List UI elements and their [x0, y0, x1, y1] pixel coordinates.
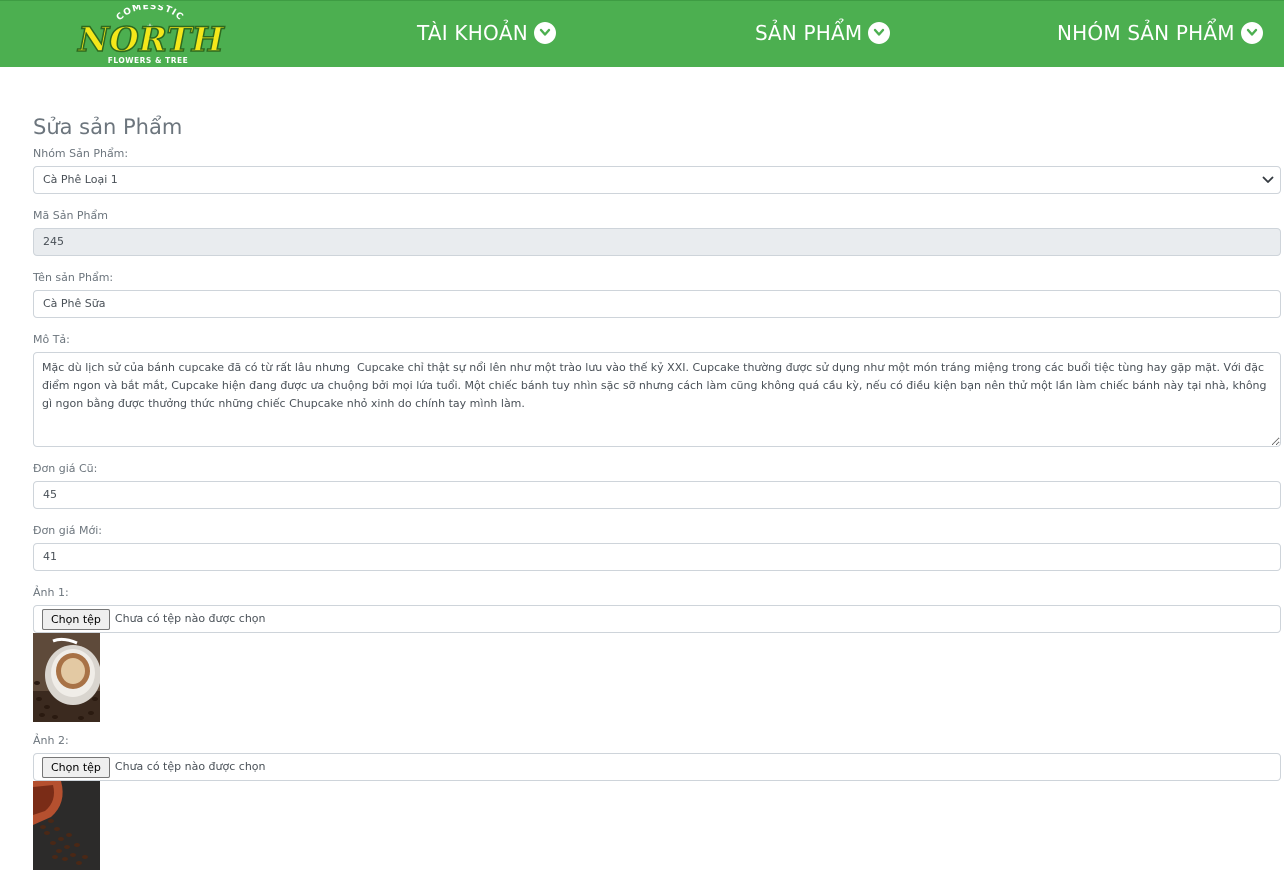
- chevron-down-icon: [1262, 176, 1274, 183]
- nav-product-groups-label: NHÓM SẢN PHẨM: [1057, 21, 1235, 45]
- edit-product-form: Sửa sản Phẩm Nhóm Sản Phẩm: Cà Phê Loại …: [33, 112, 1281, 870]
- coffee-cup-image: [33, 633, 100, 722]
- old-price-input[interactable]: 45: [33, 481, 1281, 509]
- image2-file-input[interactable]: Chọn tệp Chưa có tệp nào được chọn: [33, 753, 1281, 781]
- svg-text:NORTH: NORTH: [77, 20, 226, 60]
- image1-label: Ảnh 1:: [33, 586, 69, 599]
- new-price-input[interactable]: 41: [33, 543, 1281, 571]
- coffee-beans-image: [33, 781, 100, 870]
- nav-account-label: TÀI KHOẢN: [417, 21, 528, 45]
- image1-choose-file-button[interactable]: Chọn tệp: [42, 608, 110, 630]
- old-price-label: Đơn giá Cũ:: [33, 462, 98, 475]
- product-code-value: 245: [43, 235, 64, 248]
- old-price-value: 45: [43, 488, 57, 501]
- image2-file-status: Chưa có tệp nào được chọn: [114, 760, 266, 773]
- description-label: Mô Tả:: [33, 333, 70, 346]
- top-navbar: COMESSTIC ★ NORTH FLOWERS & TREE TÀI KHO…: [0, 0, 1284, 67]
- product-group-selected: Cà Phê Loại 1: [43, 173, 118, 186]
- product-group-label: Nhóm Sản Phẩm:: [33, 147, 129, 160]
- nav-product-groups[interactable]: NHÓM SẢN PHẨM: [1057, 19, 1263, 47]
- image2-choose-file-button[interactable]: Chọn tệp: [42, 756, 110, 778]
- product-name-label: Tên sản Phẩm:: [33, 271, 114, 284]
- nav-products-label: SẢN PHẨM: [755, 21, 863, 45]
- product-name-input[interactable]: Cà Phê Sữa: [33, 290, 1281, 318]
- new-price-value: 41: [43, 550, 57, 563]
- product-code-label: Mã Sản Phẩm: [33, 209, 108, 222]
- image1-file-status: Chưa có tệp nào được chọn: [114, 612, 266, 625]
- page-title: Sửa sản Phẩm: [33, 115, 183, 139]
- image1-file-input[interactable]: Chọn tệp Chưa có tệp nào được chọn: [33, 605, 1281, 633]
- brand-logo[interactable]: COMESSTIC ★ NORTH FLOWERS & TREE: [58, 5, 242, 65]
- chevron-down-icon: [1240, 22, 1263, 44]
- product-name-value: Cà Phê Sữa: [43, 297, 106, 310]
- chevron-down-icon: [533, 22, 556, 44]
- product-group-select[interactable]: Cà Phê Loại 1: [33, 166, 1281, 194]
- nav-products[interactable]: SẢN PHẨM: [755, 19, 891, 47]
- svg-text:FLOWERS & TREE: FLOWERS & TREE: [108, 56, 188, 65]
- product-code-input: 245: [33, 228, 1281, 256]
- new-price-label: Đơn giá Mới:: [33, 524, 102, 537]
- description-textarea[interactable]: Mặc dù lịch sử của bánh cupcake đã có từ…: [33, 352, 1281, 447]
- chevron-down-icon: [868, 22, 891, 44]
- image2-label: Ảnh 2:: [33, 734, 69, 747]
- nav-account[interactable]: TÀI KHOẢN: [417, 19, 556, 47]
